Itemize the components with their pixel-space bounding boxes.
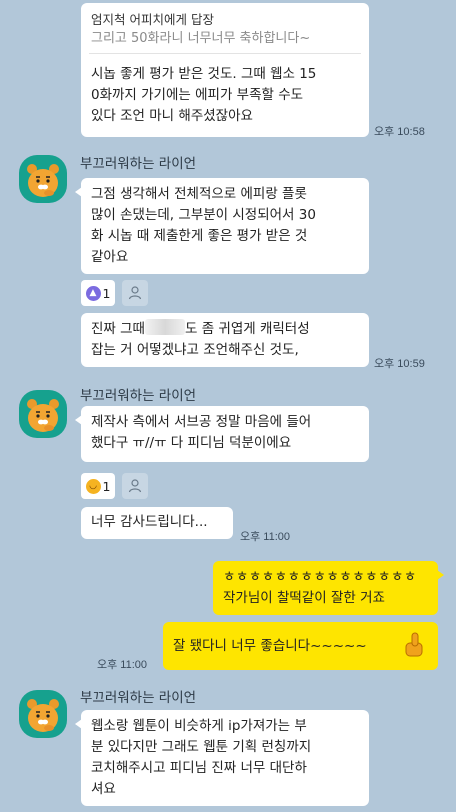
avatar[interactable]	[19, 390, 67, 438]
reply-quote: 그리고 50화라니 너무너무 축하합니다~	[91, 31, 311, 46]
message-line: 많이 손댔는데, 그부분이 시정되어서 30	[91, 207, 316, 223]
my-message-bubble[interactable]: 잘 됐다니 너무 좋습니다~~~~~	[163, 622, 438, 670]
laughing-emoji-icon: ◡	[85, 478, 101, 494]
reply-divider	[89, 53, 361, 54]
ryan-avatar-icon	[27, 164, 59, 197]
ryan-avatar-icon	[27, 399, 59, 432]
message-time: 오후 10:59	[374, 358, 425, 370]
reply-header: 엄지척 어피치에게 답장	[91, 12, 214, 27]
message-bubble[interactable]: 너무 감사드립니다...	[81, 507, 233, 539]
message-line: 잡는 거 어떻겠냐고 조언해주신 것도,	[91, 342, 299, 358]
message-line: 있다 조언 마니 해주셨잖아요	[91, 108, 253, 124]
reaction-count: 1	[102, 478, 111, 494]
message-line: 같아요	[91, 249, 129, 265]
reaction-chip[interactable]: ▲ 1	[81, 280, 115, 306]
avatar[interactable]	[19, 690, 67, 738]
message-text: 너무 감사드립니다...	[91, 514, 208, 530]
thumbs-up-icon: ▲	[85, 285, 101, 301]
person-add-icon	[128, 286, 142, 300]
message-line: 코치해주시고 피디님 진짜 너무 대단하	[91, 760, 307, 776]
message-time: 오후 11:00	[97, 659, 148, 671]
message-line: 웹소랑 웹툰이 비슷하게 ip가져가는 부	[91, 718, 307, 734]
message-line: 셔요	[91, 781, 116, 797]
message-line: ㅎㅎㅎㅎㅎㅎㅎㅎㅎㅎㅎㅎㅎㅎㅎ	[223, 569, 417, 585]
message-text: 도 좀 귀엽게 캐릭터성	[184, 321, 310, 337]
blurred-text	[144, 319, 185, 335]
my-message-bubble[interactable]: ㅎㅎㅎㅎㅎㅎㅎㅎㅎㅎㅎㅎㅎㅎㅎ 작가님이 찰떡같이 잘한 거죠	[213, 561, 444, 615]
message-line: 분 있다지만 그래도 웹툰 기획 런칭까지	[91, 739, 312, 755]
message-time: 오후 10:58	[374, 126, 425, 138]
message-bubble[interactable]: 제작사 측에서 서브공 정말 마음에 들어 했다구 ㅠ//ㅠ 다 피디님 덕분이…	[75, 406, 369, 462]
message-line: 했다구 ㅠ//ㅠ 다 피디님 덕분이에요	[91, 435, 292, 451]
message-bubble[interactable]: 그점 생각해서 전체적으로 에피랑 플롯 많이 손댔는데, 그부분이 시정되어서…	[75, 178, 369, 274]
message-text: 진짜 그때	[91, 321, 145, 337]
add-reaction-button[interactable]	[122, 473, 148, 499]
thumbs-up-sticker-icon	[405, 632, 423, 657]
avatar[interactable]	[19, 155, 67, 203]
message-text: 잘 됐다니 너무 좋습니다~~~~~	[173, 637, 367, 654]
sender-name: 부끄러워하는 라이언	[80, 156, 197, 172]
message-bubble-reply[interactable]: 엄지척 어피치에게 답장 그리고 50화라니 너무너무 축하합니다~ 시놉 좋게…	[81, 3, 369, 137]
message-time: 오후 11:00	[240, 531, 291, 543]
sender-name: 부끄러워하는 라이언	[80, 388, 197, 404]
sender-name: 부끄러워하는 라이언	[80, 690, 197, 706]
add-reaction-button[interactable]	[122, 280, 148, 306]
person-add-icon	[128, 479, 142, 493]
reaction-count: 1	[102, 285, 111, 301]
message-bubble[interactable]: 진짜 그때 도 좀 귀엽게 캐릭터성 잡는 거 어떻겠냐고 조언해주신 것도,	[81, 313, 369, 367]
message-line: 제작사 측에서 서브공 정말 마음에 들어	[91, 414, 312, 430]
ryan-avatar-icon	[27, 699, 59, 732]
message-line: 0화까지 가기에는 에피가 부족할 수도	[91, 87, 304, 103]
message-line: 시놉 좋게 평가 받은 것도. 그때 웹소 15	[91, 66, 317, 82]
message-line: 화 시놉 때 제출한게 좋은 평가 받은 것	[91, 228, 308, 244]
reaction-chip[interactable]: ◡ 1	[81, 473, 115, 499]
message-bubble[interactable]: 웹소랑 웹툰이 비슷하게 ip가져가는 부 분 있다지만 그래도 웹툰 기획 런…	[75, 710, 369, 806]
message-line: 그점 생각해서 전체적으로 에피랑 플롯	[91, 186, 307, 202]
message-line: 작가님이 찰떡같이 잘한 거죠	[223, 590, 385, 606]
